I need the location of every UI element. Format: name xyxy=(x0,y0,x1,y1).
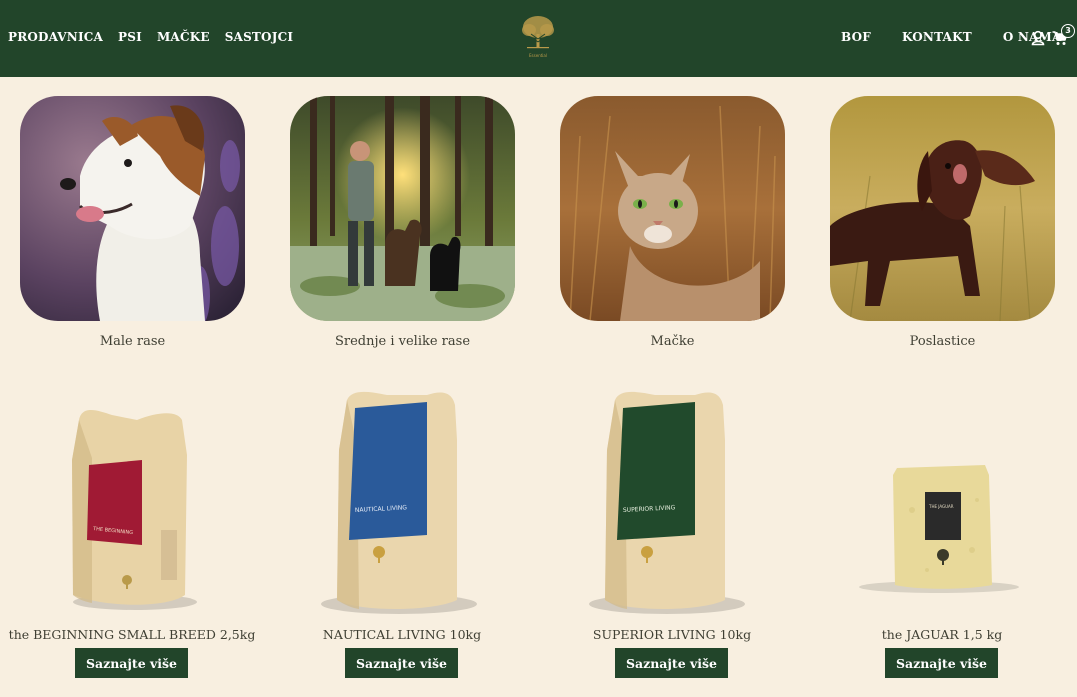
cat-photo[interactable] xyxy=(560,96,785,321)
tree-logo-icon xyxy=(522,16,554,49)
small-dog-photo[interactable] xyxy=(20,96,245,321)
man-with-dogs-photo[interactable] xyxy=(290,96,515,321)
product-card-beginning-small-breed: THE BEGINNING the BEGINNING SMALL BREED … xyxy=(9,380,255,680)
main-nav-right: BOF KONTAKT O NAMA xyxy=(841,30,1062,44)
product-bag-image[interactable]: THE JAGUAR xyxy=(827,380,1057,620)
product-card-superior-living: SUPERIOR LIVING SUPERIOR LIVING 10kg Saz… xyxy=(557,380,787,680)
svg-text:THE JAGUAR: THE JAGUAR xyxy=(928,504,954,509)
category-label[interactable]: Poslastice xyxy=(830,334,1055,349)
category-label[interactable]: Male rase xyxy=(20,334,245,349)
nav-dogs[interactable]: PSI xyxy=(118,30,142,44)
user-icon[interactable] xyxy=(1031,30,1045,46)
product-bag-image[interactable]: THE BEGINNING xyxy=(17,380,247,620)
category-card-cats[interactable]: Mačke xyxy=(560,96,785,349)
brand-logo[interactable]: Essential xyxy=(515,12,561,64)
category-label[interactable]: Srednje i velike rase xyxy=(290,334,515,349)
cart-count-badge: 3 xyxy=(1061,24,1075,38)
nav-ingredients[interactable]: SASTOJCI xyxy=(225,30,293,44)
product-card-nautical-living: NAUTICAL LIVING NAUTICAL LIVING 10kg Saz… xyxy=(287,380,517,680)
nav-cats[interactable]: MAČKE xyxy=(157,30,210,44)
logo-wordmark: Essential xyxy=(529,53,547,58)
learn-more-button[interactable]: Saznajte više xyxy=(885,648,998,678)
product-bag-image[interactable]: NAUTICAL LIVING xyxy=(287,380,517,620)
category-label[interactable]: Mačke xyxy=(560,334,785,349)
category-card-small-breeds[interactable]: Male rase xyxy=(20,96,245,349)
product-bag-image[interactable]: SUPERIOR LIVING xyxy=(557,380,787,620)
product-name[interactable]: the JAGUAR 1,5 kg xyxy=(817,627,1067,642)
main-nav-left: PRODAVNICA PSI MAČKE SASTOJCI xyxy=(8,30,293,44)
learn-more-button[interactable]: Saznajte više xyxy=(345,648,458,678)
learn-more-button[interactable]: Saznajte više xyxy=(75,648,188,678)
site-header: PRODAVNICA PSI MAČKE SASTOJCI Essential … xyxy=(0,0,1077,77)
spaniel-photo[interactable] xyxy=(830,96,1055,321)
product-name[interactable]: SUPERIOR LIVING 10kg xyxy=(547,627,797,642)
nav-shop[interactable]: PRODAVNICA xyxy=(8,30,103,44)
product-card-jaguar: THE JAGUAR the JAGUAR 1,5 kg Saznajte vi… xyxy=(827,380,1057,680)
category-card-treats[interactable]: Poslastice xyxy=(830,96,1055,349)
nav-bof[interactable]: BOF xyxy=(841,30,871,44)
category-card-medium-large-breeds[interactable]: Srednje i velike rase xyxy=(290,96,515,349)
product-name[interactable]: the BEGINNING SMALL BREED 2,5kg xyxy=(7,627,257,642)
nav-contact[interactable]: KONTAKT xyxy=(902,30,972,44)
learn-more-button[interactable]: Saznajte više xyxy=(615,648,728,678)
product-name[interactable]: NAUTICAL LIVING 10kg xyxy=(277,627,527,642)
